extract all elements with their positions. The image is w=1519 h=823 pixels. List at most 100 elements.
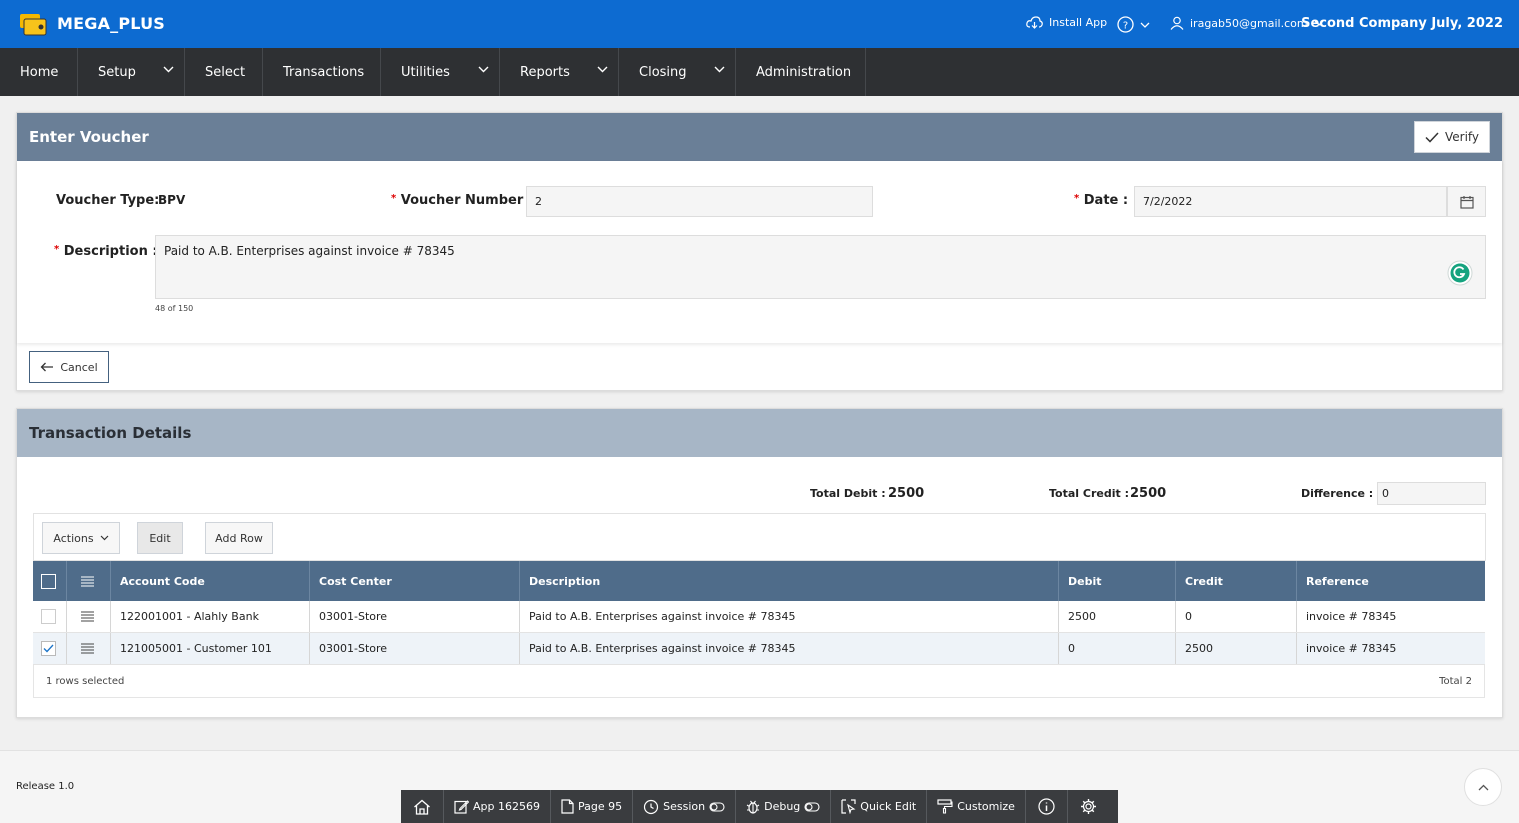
table-row[interactable]: 121005001 - Customer 101 03001-Store Pai… (33, 633, 1485, 665)
difference-label: Difference : (1301, 487, 1374, 500)
column-header-cost-center[interactable]: Cost Center (310, 561, 520, 601)
column-header-credit[interactable]: Credit (1176, 561, 1297, 601)
app-name[interactable]: MEGA_PLUS (57, 14, 165, 33)
cancel-button[interactable]: Cancel (29, 351, 109, 383)
debug-button[interactable]: Debug (736, 790, 832, 823)
install-app-label: Install App (1049, 16, 1108, 29)
user-email: iragab50@gmail.com (1190, 16, 1308, 30)
cancel-label: Cancel (60, 360, 98, 374)
row-select-checkbox[interactable] (33, 633, 67, 664)
description-label: * Description : (54, 244, 158, 259)
page-id-label: Page 95 (577, 800, 623, 813)
row-select-checkbox[interactable] (33, 601, 67, 632)
nav-setup[interactable]: Setup (78, 48, 185, 96)
edit-button[interactable]: Edit (137, 522, 183, 554)
help-menu-button[interactable]: ? (1117, 16, 1150, 33)
quick-edit-button[interactable]: Quick Edit (831, 790, 928, 823)
cell-credit[interactable]: 2500 (1176, 633, 1297, 664)
cell-text: 2500 (1068, 610, 1096, 623)
column-label: Reference (1306, 574, 1369, 588)
customize-label: Customize (957, 800, 1015, 813)
date-picker-button[interactable] (1447, 186, 1486, 217)
nav-utilities[interactable]: Utilities (381, 48, 500, 96)
app-button[interactable]: App 162569 (444, 790, 551, 823)
install-app-button[interactable]: Install App (1026, 16, 1107, 29)
add-row-button[interactable]: Add Row (205, 522, 273, 554)
description-textarea[interactable]: Paid to A.B. Enterprises against invoice… (155, 235, 1486, 299)
hamburger-icon (81, 643, 94, 654)
session-button[interactable]: Session (633, 790, 737, 823)
select-all-checkbox[interactable] (33, 561, 67, 601)
nav-administration[interactable]: Administration (736, 48, 866, 96)
release-label: Release 1.0 (16, 781, 75, 792)
column-header-account-code[interactable]: Account Code (111, 561, 310, 601)
cell-text: Paid to A.B. Enterprises against invoice… (529, 610, 796, 623)
difference-value: 0 (1382, 487, 1389, 500)
cell-cost-center[interactable]: 03001-Store (310, 633, 520, 664)
check-icon (1425, 131, 1439, 143)
cell-debit[interactable]: 0 (1059, 633, 1176, 664)
cell-credit[interactable]: 0 (1176, 601, 1297, 632)
voucher-type-value: BPV (158, 193, 186, 207)
cell-debit[interactable]: 2500 (1059, 601, 1176, 632)
nav-select[interactable]: Select (185, 48, 263, 96)
home-button[interactable] (401, 790, 444, 823)
paint-roller-icon (937, 799, 953, 814)
checkbox[interactable] (41, 609, 56, 624)
checkbox[interactable] (41, 573, 56, 589)
voucher-number-input[interactable]: 2 (526, 186, 873, 217)
toggle-icon[interactable] (709, 801, 725, 812)
cell-description[interactable]: Paid to A.B. Enterprises against invoice… (520, 601, 1059, 632)
bug-icon (746, 800, 760, 814)
nav-label: Reports (520, 64, 570, 80)
hamburger-icon (81, 611, 94, 622)
actions-menu-button[interactable]: Actions (42, 522, 120, 554)
grammarly-icon[interactable] (1447, 260, 1473, 286)
cell-account-code[interactable]: 122001001 - Alahly Bank (111, 601, 310, 632)
column-header-reference[interactable]: Reference (1297, 561, 1469, 601)
cell-text: 0 (1068, 642, 1075, 655)
column-header-description[interactable]: Description (520, 561, 1059, 601)
chevron-down-icon (1140, 22, 1150, 28)
region-header: Enter Voucher (17, 113, 1502, 161)
row-menu-button[interactable] (67, 633, 111, 664)
settings-button[interactable] (1068, 790, 1109, 823)
cell-reference[interactable]: invoice # 78345 (1297, 633, 1485, 664)
verify-label: Verify (1444, 130, 1480, 144)
scroll-top-button[interactable] (1464, 768, 1502, 806)
cell-cost-center[interactable]: 03001-Store (310, 601, 520, 632)
nav-home[interactable]: Home (0, 48, 78, 96)
cell-text: invoice # 78345 (1306, 642, 1397, 655)
row-menu-header[interactable] (67, 561, 111, 601)
app-id-label: App 162569 (473, 800, 540, 813)
cell-text: 03001-Store (319, 642, 388, 655)
nav-transactions[interactable]: Transactions (263, 48, 381, 96)
column-label: Debit (1068, 574, 1102, 588)
nav-label: Home (20, 64, 59, 80)
top-bar: MEGA_PLUS Install App ? iragab50@gmail.c… (0, 0, 1519, 48)
info-icon (1038, 798, 1055, 815)
nav-reports[interactable]: Reports (500, 48, 619, 96)
nav-closing[interactable]: Closing (619, 48, 736, 96)
cell-text: 03001-Store (319, 610, 388, 623)
page-button[interactable]: Page 95 (551, 790, 634, 823)
cell-text: 0 (1185, 610, 1192, 623)
toggle-icon[interactable] (804, 801, 820, 812)
voucher-number-label-text: Voucher Number : (400, 193, 533, 208)
date-value: 7/2/2022 (1143, 195, 1193, 208)
cell-account-code[interactable]: 121005001 - Customer 101 (111, 633, 310, 664)
required-marker: * (391, 193, 397, 204)
column-label: Description (529, 574, 601, 588)
session-label: Session (663, 800, 706, 813)
verify-button[interactable]: Verify (1414, 121, 1490, 153)
date-input[interactable]: 7/2/2022 (1134, 186, 1447, 217)
checkbox-checked-icon[interactable] (41, 641, 56, 656)
cell-description[interactable]: Paid to A.B. Enterprises against invoice… (520, 633, 1059, 664)
app-logo-icon[interactable] (18, 10, 50, 38)
customize-button[interactable]: Customize (927, 790, 1026, 823)
column-header-debit[interactable]: Debit (1059, 561, 1176, 601)
info-button[interactable] (1026, 790, 1068, 823)
table-row[interactable]: 122001001 - Alahly Bank 03001-Store Paid… (33, 601, 1485, 633)
cell-reference[interactable]: invoice # 78345 (1297, 601, 1485, 632)
row-menu-button[interactable] (67, 601, 111, 632)
